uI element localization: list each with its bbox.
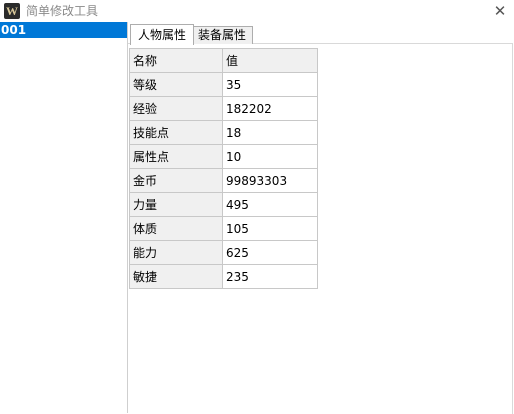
table-row[interactable]: 金币 99893303 (129, 168, 318, 193)
app-logo-icon: W (4, 3, 20, 19)
row-name-cell: 经验 (129, 96, 223, 121)
tab-equipment-attributes[interactable]: 装备属性 (191, 26, 253, 44)
record-list[interactable]: 001 (0, 22, 128, 413)
row-value-cell[interactable]: 182202 (222, 96, 318, 121)
table-row[interactable]: 力量 495 (129, 192, 318, 217)
column-header-value[interactable]: 值 (222, 48, 318, 73)
row-name-cell: 等级 (129, 72, 223, 97)
list-item[interactable]: 001 (0, 22, 127, 38)
row-name-cell: 金币 (129, 168, 223, 193)
row-value-cell[interactable]: 495 (222, 192, 318, 217)
tab-character-attributes[interactable]: 人物属性 (130, 24, 194, 45)
window-title: 简单修改工具 (26, 4, 99, 18)
title-bar: W 简单修改工具 ✕ (0, 0, 514, 22)
row-value-cell[interactable]: 235 (222, 264, 318, 289)
close-icon: ✕ (493, 2, 507, 20)
close-button[interactable]: ✕ (486, 0, 514, 22)
row-value-cell[interactable]: 18 (222, 120, 318, 145)
grid-header-row: 名称 值 (129, 48, 318, 73)
table-row[interactable]: 经验 182202 (129, 96, 318, 121)
table-row[interactable]: 体质 105 (129, 216, 318, 241)
table-row[interactable]: 能力 625 (129, 240, 318, 265)
row-value-cell[interactable]: 625 (222, 240, 318, 265)
table-row[interactable]: 等级 35 (129, 72, 318, 97)
table-row[interactable]: 敏捷 235 (129, 264, 318, 289)
row-name-cell: 敏捷 (129, 264, 223, 289)
row-name-cell: 力量 (129, 192, 223, 217)
column-header-name[interactable]: 名称 (129, 48, 223, 73)
table-row[interactable]: 技能点 18 (129, 120, 318, 145)
table-row[interactable]: 属性点 10 (129, 144, 318, 169)
row-value-cell[interactable]: 10 (222, 144, 318, 169)
row-value-cell[interactable]: 105 (222, 216, 318, 241)
attribute-grid: 名称 值 等级 35 经验 182202 技能点 18 属性点 10 金币 99… (129, 48, 318, 289)
row-value-cell[interactable]: 99893303 (222, 168, 318, 193)
row-name-cell: 属性点 (129, 144, 223, 169)
row-name-cell: 技能点 (129, 120, 223, 145)
row-name-cell: 体质 (129, 216, 223, 241)
row-value-cell[interactable]: 35 (222, 72, 318, 97)
row-name-cell: 能力 (129, 240, 223, 265)
